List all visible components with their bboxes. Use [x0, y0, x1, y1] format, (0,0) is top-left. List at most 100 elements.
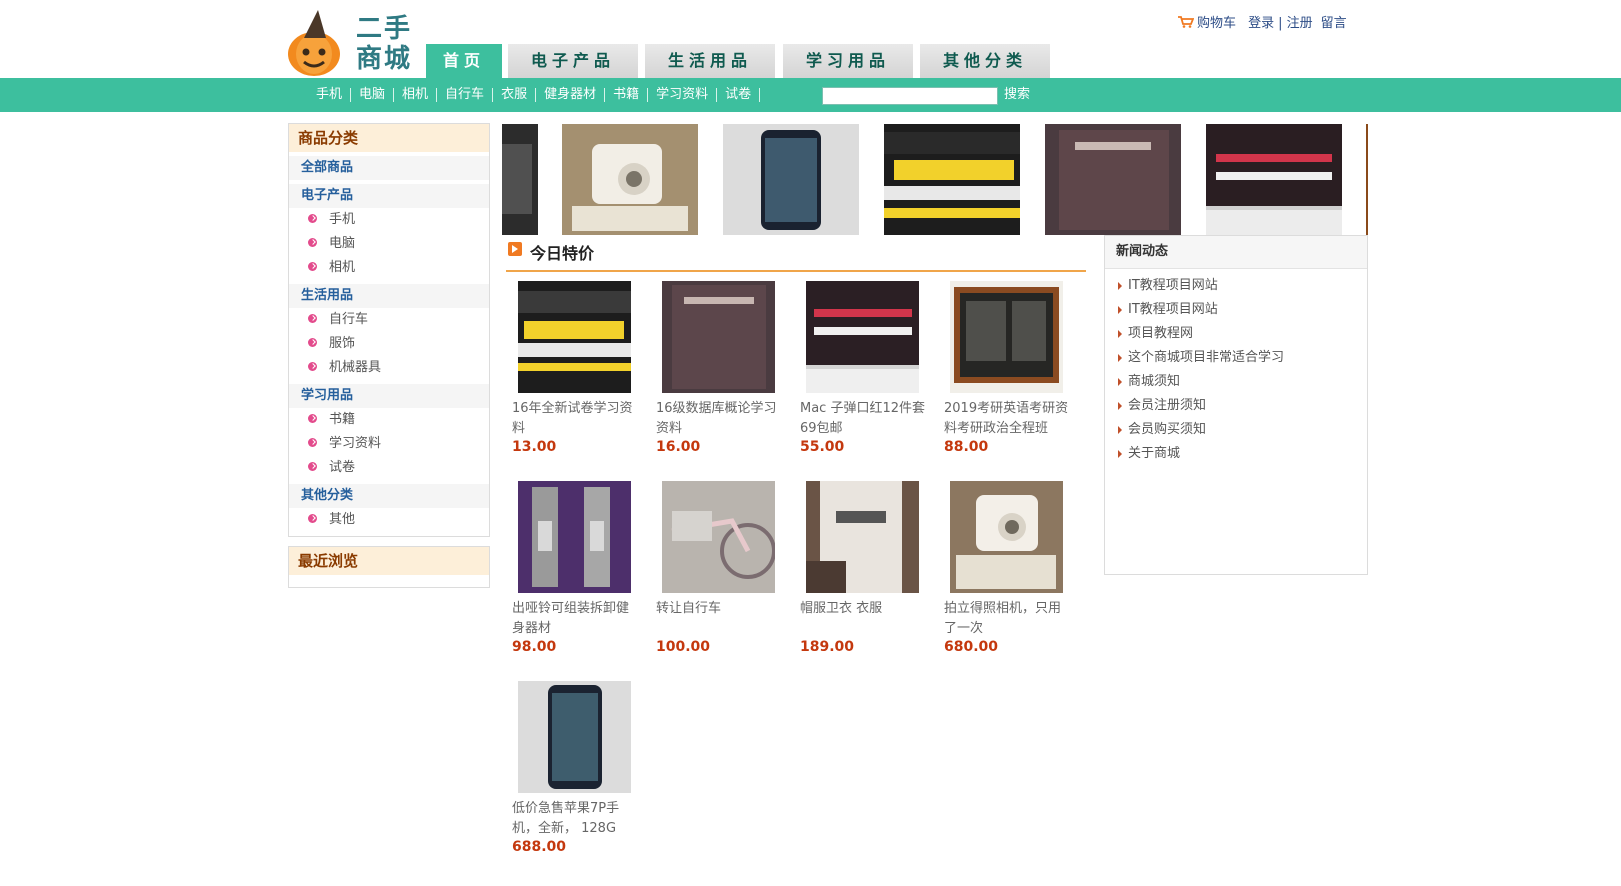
category-group-study[interactable]: 学习用品 — [289, 384, 489, 408]
message-link[interactable]: 留言 — [1321, 16, 1347, 31]
category-group-electronics[interactable]: 电子产品 — [289, 184, 489, 208]
recently-viewed-title: 最近浏览 — [289, 547, 489, 575]
news-item[interactable]: 关于商城 — [1105, 442, 1367, 466]
play-arrow-icon — [508, 242, 522, 256]
carousel-image-lipstick[interactable] — [1206, 124, 1342, 235]
category-all[interactable]: 全部商品 — [289, 156, 489, 180]
bullet-arrow-icon — [308, 314, 317, 323]
category-group-other[interactable]: 其他分类 — [289, 484, 489, 508]
subnav-item-computer[interactable]: 电脑 — [351, 88, 395, 102]
product-price: 13.00 — [512, 439, 557, 455]
product-name[interactable]: 16级数据库概论学习资料 — [656, 399, 784, 439]
subnav-item-camera[interactable]: 相机 — [394, 88, 438, 102]
product-price: 55.00 — [800, 439, 845, 455]
tab-other[interactable]: 其他分类 — [920, 44, 1050, 78]
bullet-arrow-icon — [308, 214, 317, 223]
carousel-image-phone[interactable] — [723, 124, 859, 235]
news-item[interactable]: 会员注册须知 — [1105, 394, 1367, 418]
recently-viewed-panel: 最近浏览 — [288, 546, 490, 588]
news-item[interactable]: 会员购买须知 — [1105, 418, 1367, 442]
category-item-study-materials[interactable]: 学习资料 — [289, 432, 489, 456]
carousel-image-partial[interactable] — [502, 124, 538, 235]
category-panel: 商品分类 全部商品 电子产品 手机 电脑 相机 生活用品 自行车 服饰 机械器具… — [288, 123, 490, 537]
product-image-blackboard-course[interactable] — [950, 281, 1063, 393]
news-item[interactable]: 这个商城项目非常适合学习 — [1105, 346, 1367, 370]
category-item-books[interactable]: 书籍 — [289, 408, 489, 432]
product-image-database-book[interactable] — [662, 281, 775, 393]
product-name[interactable]: 拍立得照相机，只用了一次 — [944, 599, 1072, 639]
search-input[interactable] — [822, 87, 998, 105]
register-link[interactable]: 注册 — [1287, 16, 1313, 31]
product-name[interactable]: 帽服卫衣 衣服 — [800, 599, 928, 619]
category-item-camera[interactable]: 相机 — [289, 256, 489, 280]
subnav-item-exam-papers[interactable]: 试卷 — [717, 88, 761, 102]
product-price: 88.00 — [944, 439, 989, 455]
category-item-phone[interactable]: 手机 — [289, 208, 489, 232]
subnav-item-clothes[interactable]: 衣服 — [493, 88, 537, 102]
product-image-spark-exam-book[interactable] — [518, 281, 631, 393]
product-image-lipstick-set[interactable] — [806, 281, 919, 393]
category-item-apparel[interactable]: 服饰 — [289, 332, 489, 356]
product-image-dumbbells[interactable] — [518, 481, 631, 593]
product-image-iphone[interactable] — [518, 681, 631, 793]
product-name[interactable]: 低价急售苹果7P手机，全新， 128G — [512, 799, 640, 839]
product-image-instant-camera[interactable] — [950, 481, 1063, 593]
category-item-exam-papers[interactable]: 试卷 — [289, 456, 489, 480]
category-item-equipment[interactable]: 机械器具 — [289, 356, 489, 380]
product-price: 16.00 — [656, 439, 701, 455]
category-panel-title: 商品分类 — [289, 124, 489, 152]
category-item-bicycle[interactable]: 自行车 — [289, 308, 489, 332]
carousel-image-database-book[interactable] — [1045, 124, 1181, 235]
subnav-item-study-materials[interactable]: 学习资料 — [648, 88, 718, 102]
logo-line-2: 商城 — [356, 44, 413, 74]
subnav-item-bicycle[interactable]: 自行车 — [437, 88, 494, 102]
news-item[interactable]: 商城须知 — [1105, 370, 1367, 394]
news-item[interactable]: 项目教程网 — [1105, 322, 1367, 346]
news-panel: 新闻动态 IT教程项目网站 IT教程项目网站 项目教程网 这个商城项目非常适合学… — [1104, 235, 1368, 575]
cart-label: 购物车 — [1197, 16, 1237, 31]
category-item-label: 服饰 — [329, 336, 356, 351]
product-name[interactable]: 转让自行车 — [656, 599, 784, 619]
login-link[interactable]: 登录 — [1248, 16, 1274, 31]
carousel-image-edge — [1366, 124, 1368, 235]
product-price: 98.00 — [512, 639, 557, 655]
tab-daily-goods[interactable]: 生活用品 — [645, 44, 775, 78]
category-item-label: 机械器具 — [329, 360, 382, 375]
product-image-bicycle[interactable] — [662, 481, 775, 593]
category-item-other[interactable]: 其他 — [289, 508, 489, 532]
sub-navigation-bar: 手机 电脑 相机 自行车 衣服 健身器材 书籍 学习资料 试卷 搜索 — [0, 78, 1621, 112]
product-name[interactable]: 16年全新试卷学习资料 — [512, 399, 640, 439]
category-item-computer[interactable]: 电脑 — [289, 232, 489, 256]
category-item-label: 其他 — [329, 512, 356, 527]
product-price: 688.00 — [512, 839, 567, 855]
subnav-item-phone[interactable]: 手机 — [308, 88, 352, 102]
cart-link[interactable]: 购物车 — [1178, 16, 1240, 31]
tab-study-goods[interactable]: 学习用品 — [783, 44, 913, 78]
product-name[interactable]: Mac 子弹口红12件套69包邮 — [800, 399, 928, 439]
carousel-image-spark-book[interactable] — [884, 124, 1020, 235]
tab-electronics[interactable]: 电子产品 — [508, 44, 638, 78]
product-image-hoodie[interactable] — [806, 481, 919, 593]
bullet-arrow-icon — [308, 362, 317, 371]
product-price: 189.00 — [800, 639, 855, 655]
category-item-label: 书籍 — [329, 412, 356, 427]
image-carousel[interactable] — [502, 124, 1368, 235]
product-name[interactable]: 出哑铃可组装拆卸健身器材 — [512, 599, 640, 639]
category-item-label: 试卷 — [329, 460, 356, 475]
bullet-arrow-icon — [308, 262, 317, 271]
category-item-label: 自行车 — [329, 312, 369, 327]
tab-home[interactable]: 首页 — [426, 44, 502, 78]
bullet-arrow-icon — [308, 238, 317, 247]
subnav-item-books[interactable]: 书籍 — [605, 88, 649, 102]
today-special-title: 今日特价 — [530, 244, 595, 263]
today-special-header: 今日特价 — [506, 240, 1086, 272]
subnav-item-fitness[interactable]: 健身器材 — [536, 88, 606, 102]
news-item[interactable]: IT教程项目网站 — [1105, 274, 1367, 298]
category-group-daily[interactable]: 生活用品 — [289, 284, 489, 308]
carousel-image-camera[interactable] — [562, 124, 698, 235]
product-name[interactable]: 2019考研英语考研资料考研政治全程班 — [944, 399, 1072, 439]
news-item[interactable]: IT教程项目网站 — [1105, 298, 1367, 322]
bullet-arrow-icon — [308, 338, 317, 347]
search-button[interactable]: 搜索 — [1004, 86, 1030, 104]
logo-line-1: 二手 — [356, 14, 413, 44]
